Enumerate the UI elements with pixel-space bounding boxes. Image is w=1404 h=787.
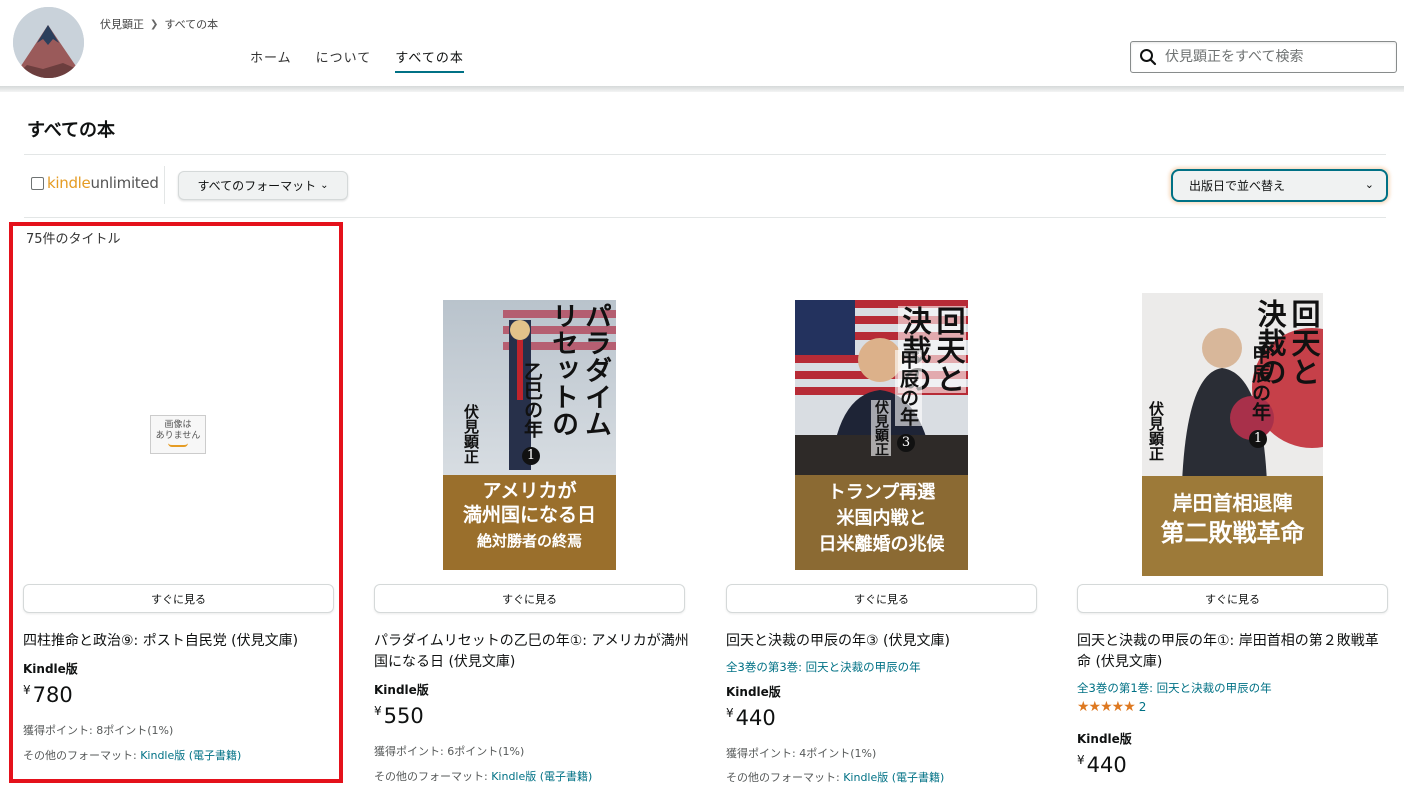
- kindle-unlimited-filter[interactable]: kindleunlimited: [31, 174, 159, 192]
- book-format[interactable]: Kindle版: [374, 681, 429, 698]
- book-title[interactable]: 回天と決裁の甲辰の年①: 岸田首相の第２敗戦革命 (伏見文庫): [1077, 631, 1392, 673]
- see-now-button[interactable]: すぐに見る: [1077, 584, 1388, 613]
- book-title[interactable]: 四柱推命と政治⑨: ポスト自民党 (伏見文庫): [23, 631, 343, 652]
- author-nav: ホーム について すべての本: [250, 47, 464, 73]
- other-format-link[interactable]: Kindle版 (電子書籍): [140, 749, 241, 762]
- header-divider: [0, 86, 1404, 92]
- toolbar-divider: [164, 166, 165, 204]
- book-price: ¥440: [726, 706, 776, 730]
- search-input[interactable]: [1165, 49, 1385, 65]
- kindle-unlimited-logo: kindleunlimited: [47, 174, 159, 192]
- other-formats: その他のフォーマット: Kindle版 (電子書籍): [726, 771, 945, 784]
- series-link[interactable]: 全3巻の第1巻: 回天と決裁の甲辰の年: [1077, 680, 1272, 696]
- see-now-button[interactable]: すぐに見る: [726, 584, 1037, 613]
- breadcrumb-author[interactable]: 伏見顕正: [100, 16, 144, 32]
- book-price: ¥440: [1077, 753, 1127, 777]
- nav-about[interactable]: について: [316, 47, 372, 73]
- breadcrumb-current: すべての本: [164, 18, 219, 31]
- result-count: 75件のタイトル: [26, 232, 121, 247]
- book-title[interactable]: パラダイムリセットの乙巳の年①: アメリカが満州国になる日 (伏見文庫): [374, 631, 689, 673]
- book-points: 獲得ポイント: 4ポイント(1%): [726, 747, 877, 760]
- see-now-button[interactable]: すぐに見る: [23, 584, 334, 613]
- kindle-unlimited-checkbox[interactable]: [31, 176, 44, 190]
- book-format[interactable]: Kindle版: [23, 660, 78, 677]
- book-price: ¥780: [23, 683, 73, 707]
- book-format[interactable]: Kindle版: [1077, 730, 1132, 747]
- rating-count[interactable]: 2: [1139, 700, 1147, 714]
- divider: [24, 154, 1386, 155]
- rating[interactable]: ★★★★★ 2: [1077, 699, 1146, 715]
- other-format-link[interactable]: Kindle版 (電子書籍): [843, 771, 944, 784]
- page-title: すべての本: [27, 120, 116, 141]
- search-icon: [1140, 49, 1157, 66]
- other-formats: その他のフォーマット: Kindle版 (電子書籍): [374, 770, 593, 783]
- book-points: 獲得ポイント: 8ポイント(1%): [23, 724, 174, 737]
- amazon-smile-icon: [168, 443, 188, 447]
- divider: [24, 217, 1386, 218]
- other-formats: その他のフォーマット: Kindle版 (電子書籍): [23, 749, 242, 762]
- book-price: ¥550: [374, 704, 424, 728]
- store-header: 伏見顕正 ❯ すべての本 ホーム について すべての本: [0, 0, 1404, 88]
- book-points: 獲得ポイント: 6ポイント(1%): [374, 745, 525, 758]
- book-cover-text: パラダイム リセットの 乙巳の年 1 伏見顕正 アメリカが 満州国になる日 絶対勝…: [462, 302, 611, 550]
- book-cover-text: 回天と 決裁の 甲辰の年 1 伏見顕正 岸田首相退陣 第二敗戦革命: [1147, 299, 1321, 547]
- author-avatar[interactable]: [13, 7, 84, 78]
- series-link[interactable]: 全3巻の第3巻: 回天と決裁の甲辰の年: [726, 659, 921, 675]
- chevron-down-icon: ⌄: [320, 180, 329, 191]
- book-cover-text: 回天と決裁の 甲辰の年 3 伏見顕正 トランプ再選 米国内戦と 日米離婚の兆候: [818, 306, 966, 555]
- chevron-down-icon: ⌄: [1364, 178, 1374, 191]
- sort-label: 出版日で並べ替え: [1189, 179, 1286, 193]
- nav-home[interactable]: ホーム: [250, 47, 292, 73]
- no-image-placeholder[interactable]: 画像は ありません: [150, 415, 206, 454]
- format-filter-dropdown[interactable]: すべてのフォーマット ⌄: [178, 171, 348, 200]
- nav-all-books[interactable]: すべての本: [395, 47, 464, 73]
- book-format[interactable]: Kindle版: [726, 683, 781, 700]
- chevron-right-icon: ❯: [150, 18, 159, 30]
- star-rating-icon: ★★★★★: [1077, 699, 1136, 715]
- format-filter-label: すべてのフォーマット: [197, 179, 317, 193]
- search-box[interactable]: [1130, 41, 1397, 73]
- see-now-button[interactable]: すぐに見る: [374, 584, 685, 613]
- breadcrumb: 伏見顕正 ❯ すべての本: [100, 16, 218, 32]
- book-title[interactable]: 回天と決裁の甲辰の年③ (伏見文庫): [726, 631, 1046, 652]
- sort-dropdown[interactable]: 出版日で並べ替え ⌄: [1171, 169, 1388, 202]
- other-format-link[interactable]: Kindle版 (電子書籍): [491, 770, 592, 783]
